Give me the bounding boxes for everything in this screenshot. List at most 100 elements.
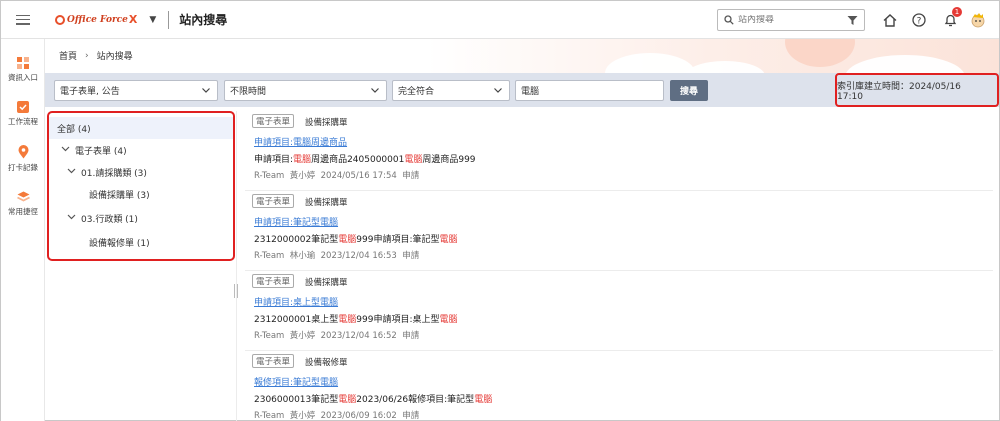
header-divider (168, 10, 170, 29)
chevron-down-icon (371, 88, 379, 93)
rail-item-clock-records[interactable]: 打卡記錄 (1, 145, 45, 173)
keyword-highlight: 電腦 (439, 315, 458, 325)
checkbox-icon (17, 101, 29, 113)
tree-item-purchase[interactable]: 01.請採購類 (3) (49, 161, 233, 183)
site-search-input[interactable] (738, 15, 838, 25)
search-button[interactable]: 搜尋 (670, 80, 708, 101)
logo-x: X (128, 13, 138, 26)
result-form-name: 設備報修單 (305, 358, 348, 368)
keyword-highlight: 電腦 (439, 235, 458, 245)
result-description: 2312000001桌上型電腦999申請項目:桌上型電腦 (254, 312, 458, 325)
result-item: 電子表單 設備採購單 申請項目:電腦周邊商品 申請項目:電腦周邊商品240500… (245, 111, 993, 191)
result-type-tag: 電子表單 (252, 114, 295, 128)
rail-item-shortcuts[interactable]: 常用捷徑 (1, 191, 45, 217)
app-logo[interactable]: Office Force X (55, 1, 137, 39)
breadcrumb-home[interactable]: 首頁 (59, 49, 77, 62)
app-switch-caret-icon[interactable]: ▼ (149, 15, 156, 25)
chevron-down-icon (202, 88, 210, 93)
result-item: 電子表單 設備採購單 申請項目:筆記型電腦 2312000002筆記型電腦999… (245, 191, 993, 271)
left-rail: 資訊入口 工作流程 打卡記錄 常用捷徑 (1, 39, 45, 421)
desc-text: 2312000002筆記型 (254, 235, 339, 245)
chevron-down-icon (494, 88, 502, 93)
result-link[interactable]: 申請項目:電腦周邊商品 (254, 135, 347, 148)
keyword-input-value: 電腦 (521, 87, 540, 97)
rail-item-label: 工作流程 (8, 117, 38, 126)
resize-handle[interactable] (234, 284, 238, 298)
top-header: Office Force X ▼ 站內搜尋 ? 1 (1, 1, 999, 39)
hamburger-icon (16, 14, 30, 25)
notification-badge: 1 (952, 7, 962, 17)
rail-item-label: 資訊入口 (8, 73, 38, 82)
desc-text: 999申請項目:桌上型 (356, 315, 440, 325)
chevron-right-icon: › (85, 50, 89, 61)
chevron-down-icon[interactable] (67, 166, 77, 178)
location-pin-icon (18, 145, 28, 159)
keyword-highlight: 電腦 (338, 235, 357, 245)
breadcrumb-current: 站內搜尋 (96, 52, 133, 62)
desc-text: 2312000001桌上型 (254, 315, 339, 325)
logo-text: Office Force (67, 14, 128, 25)
notification-bell-icon[interactable]: 1 (941, 7, 962, 29)
grid-icon (17, 57, 29, 69)
desc-text: 周邊商品2405000001 (311, 155, 405, 165)
keyword-highlight: 電腦 (293, 155, 312, 165)
result-description: 2306000013筆記型電腦2023/06/26報修項目:筆記型電腦 (254, 392, 492, 405)
result-type-tag: 電子表單 (252, 194, 295, 208)
category-tree: 全部 (4) 電子表單 (4) 01.請採購類 (3) 設備採購單 (3) 03… (47, 111, 235, 261)
keyword-input[interactable]: 電腦 (515, 80, 664, 101)
tree-item-label: 全部 (4) (57, 124, 91, 135)
result-meta: R-Team 黃小婷 2023/06/09 16:02 申請 (254, 411, 420, 421)
result-link[interactable]: 報修項目:筆記型電腦 (254, 375, 338, 388)
layers-icon (16, 191, 30, 202)
page-title: 站內搜尋 (179, 13, 228, 27)
category-select-value: 電子表單, 公告 (60, 87, 120, 97)
search-results: 電子表單 設備採購單 申請項目:電腦周邊商品 申請項目:電腦周邊商品240500… (245, 111, 993, 421)
page-banner: 首頁 › 站內搜尋 (45, 39, 999, 73)
result-item: 電子表單 設備報修單 報修項目:筆記型電腦 2306000013筆記型電腦202… (245, 351, 993, 421)
match-select[interactable]: 完全符合 (392, 80, 510, 101)
result-type-tag: 電子表單 (252, 354, 295, 368)
filter-icon[interactable] (847, 15, 858, 26)
banner-cloud (845, 55, 965, 73)
tree-item-admin[interactable]: 03.行政類 (1) (49, 207, 233, 229)
result-description: 申請項目:電腦周邊商品2405000001電腦周邊商品999 (254, 152, 476, 165)
result-description: 2312000002筆記型電腦999申請項目:筆記型電腦 (254, 232, 458, 245)
chevron-down-icon[interactable] (61, 144, 71, 156)
index-build-time: 索引庫建立時間：2024/05/16 17:10 (835, 73, 999, 107)
tree-item-equipment-repair[interactable]: 設備報修單 (1) (49, 231, 233, 253)
tree-item-label: 03.行政類 (1) (81, 214, 138, 225)
banner-cloud (685, 61, 765, 73)
logo-mark-icon (55, 14, 65, 25)
breadcrumb: 首頁 › 站內搜尋 (59, 49, 133, 63)
search-filter-bar: 電子表單, 公告 不限時間 完全符合 電腦 搜尋 索引庫建立時間：2024/05… (45, 73, 999, 107)
keyword-highlight: 電腦 (338, 395, 357, 405)
rail-item-label: 常用捷徑 (8, 207, 38, 216)
rail-item-workflow[interactable]: 工作流程 (1, 101, 45, 127)
home-icon[interactable] (881, 11, 899, 29)
menu-button[interactable] (1, 1, 45, 39)
tree-item-all[interactable]: 全部 (4) (49, 117, 233, 139)
tree-item-equipment-purchase[interactable]: 設備採購單 (3) (49, 183, 233, 205)
result-meta: R-Team 黃小婷 2024/05/16 17:54 申請 (254, 171, 420, 181)
desc-text: 999申請項目:筆記型 (356, 235, 440, 245)
desc-text: 申請項目: (254, 155, 294, 165)
result-link[interactable]: 申請項目:筆記型電腦 (254, 215, 338, 228)
result-form-name: 設備採購單 (305, 118, 348, 128)
result-item: 電子表單 設備採購單 申請項目:桌上型電腦 2312000001桌上型電腦999… (245, 271, 993, 351)
rail-item-info-portal[interactable]: 資訊入口 (1, 57, 45, 83)
chevron-down-icon[interactable] (67, 212, 77, 224)
tree-item-eform[interactable]: 電子表單 (4) (49, 139, 233, 161)
result-form-name: 設備採購單 (305, 278, 348, 288)
panel-divider (236, 111, 237, 421)
rail-item-label: 打卡記錄 (8, 163, 38, 172)
avatar[interactable] (969, 11, 987, 29)
time-select-value: 不限時間 (230, 87, 267, 97)
desc-text: 2306000013筆記型 (254, 395, 339, 405)
result-form-name: 設備採購單 (305, 198, 348, 208)
time-select[interactable]: 不限時間 (224, 80, 387, 101)
result-link[interactable]: 申請項目:桌上型電腦 (254, 295, 338, 308)
site-search[interactable] (717, 9, 865, 31)
match-select-value: 完全符合 (398, 87, 435, 97)
category-select[interactable]: 電子表單, 公告 (54, 80, 218, 101)
help-icon[interactable]: ? (910, 11, 928, 29)
